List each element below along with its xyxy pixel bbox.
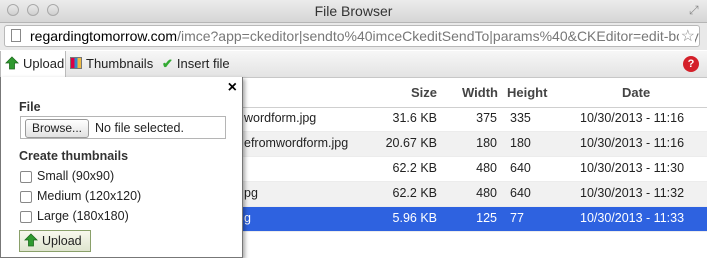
window-titlebar: File Browser ⤢	[0, 0, 707, 23]
file-name: g	[244, 211, 251, 225]
upload-arrow-icon	[24, 233, 38, 247]
url-field[interactable]: regardingtomorrow.com/imce?app=ckeditor|…	[4, 25, 700, 47]
file-width: 480	[476, 161, 497, 175]
browse-button[interactable]: Browse...	[25, 119, 90, 138]
file-width: 480	[476, 186, 497, 200]
thumbnails-tab-label: Thumbnails	[86, 56, 154, 71]
checkmark-icon: ✔	[162, 56, 173, 71]
upload-submit-button[interactable]: Upload	[19, 230, 91, 252]
file-size: 62.2 KB	[392, 161, 437, 175]
upload-tab[interactable]: Upload	[0, 51, 66, 77]
file-name: pg	[244, 186, 258, 200]
thumbnail-medium-label: Medium (120x120)	[37, 189, 142, 203]
column-height[interactable]: Height	[507, 85, 547, 100]
close-icon[interactable]: ×	[228, 79, 237, 97]
file-height: 640	[510, 161, 531, 175]
bookmark-star-icon[interactable]: ☆	[678, 26, 695, 46]
file-name: wordform.jpg	[244, 111, 317, 125]
column-width[interactable]: Width	[462, 85, 498, 100]
file-date: 10/30/2013 - 11:16	[580, 136, 685, 150]
page-icon	[11, 29, 21, 42]
url-path: /imce?app=ckeditor|sendto%40imceCkeditSe…	[177, 28, 699, 44]
thumbnail-large-label: Large (180x180)	[37, 209, 129, 223]
file-date: 10/30/2013 - 11:32	[580, 186, 685, 200]
address-bar: regardingtomorrow.com/imce?app=ckeditor|…	[0, 23, 707, 50]
file-width: 125	[476, 211, 497, 225]
fullscreen-icon[interactable]: ⤢	[689, 4, 701, 16]
file-size: 62.2 KB	[392, 186, 437, 200]
url-host: regardingtomorrow.com	[30, 28, 178, 44]
insert-file-button[interactable]: ✔ Insert file	[162, 51, 230, 77]
file-height: 335	[510, 111, 531, 125]
column-size[interactable]: Size	[411, 85, 437, 100]
thumbnails-grid-icon	[70, 57, 82, 69]
thumbnail-medium-checkbox[interactable]	[20, 191, 32, 203]
file-size: 5.96 KB	[392, 211, 437, 225]
upload-tab-label: Upload	[23, 56, 65, 71]
thumbnail-small-checkbox[interactable]	[20, 171, 32, 183]
file-size: 31.6 KB	[392, 111, 437, 125]
insert-file-label: Insert file	[176, 56, 230, 71]
upload-arrow-icon	[5, 56, 19, 70]
file-date: 10/30/2013 - 11:16	[580, 111, 685, 125]
file-height: 77	[510, 211, 524, 225]
file-height: 640	[510, 186, 531, 200]
url-text: regardingtomorrow.com/imce?app=ckeditor|…	[30, 28, 699, 44]
thumbnail-small-label: Small (90x90)	[37, 169, 115, 183]
window-title: File Browser	[314, 3, 393, 19]
file-date: 10/30/2013 - 11:33	[580, 211, 685, 225]
file-height: 180	[510, 136, 531, 150]
file-width: 180	[476, 136, 497, 150]
file-name: efromwordform.jpg	[244, 136, 349, 150]
upload-panel: × File Browse... No file selected. Creat…	[0, 77, 243, 258]
file-size: 20.67 KB	[385, 136, 437, 150]
upload-submit-label: Upload	[42, 234, 82, 248]
thumbnails-tab[interactable]: Thumbnails	[70, 51, 153, 77]
file-date: 10/30/2013 - 11:30	[580, 161, 685, 175]
imce-toolbar: Upload Thumbnails ✔ Insert file ?	[0, 51, 707, 78]
file-input[interactable]: Browse... No file selected.	[20, 116, 226, 139]
file-label: File	[19, 100, 41, 114]
file-width: 375	[476, 111, 497, 125]
help-icon[interactable]: ?	[683, 56, 699, 72]
no-file-text: No file selected.	[95, 121, 184, 135]
thumbnail-large-checkbox[interactable]	[20, 211, 32, 223]
column-date[interactable]: Date	[622, 85, 650, 100]
create-thumbnails-label: Create thumbnails	[19, 149, 129, 163]
